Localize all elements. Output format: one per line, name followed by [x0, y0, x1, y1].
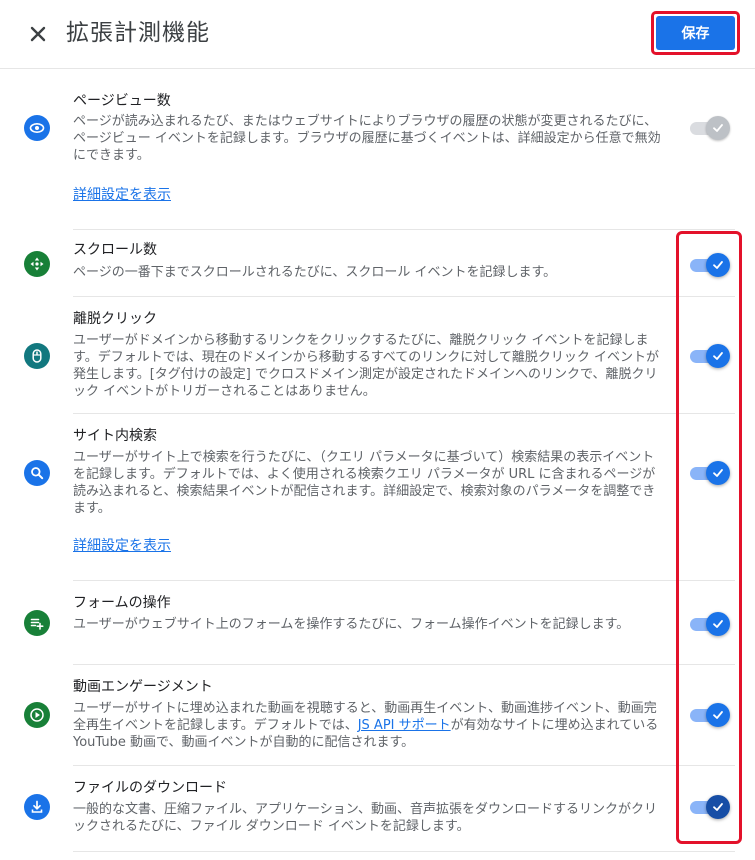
event-page-views: ページビュー数 ページが読み込まれるたび、またはウェブサイトによりブラウザの履歴… — [0, 69, 755, 230]
event-description: ユーザーがサイト上で検索を行うたびに、（クエリ パラメータに基づいて）検索結果の… — [73, 450, 656, 516]
event-description: ユーザーがサイトに埋め込まれた動画を視聴すると、動画再生イベント、動画進捗イベン… — [73, 701, 659, 750]
file-downloads-toggle[interactable] — [690, 795, 730, 819]
check-icon — [706, 253, 730, 277]
dialog-header: 拡張計測機能 保存 — [0, 0, 755, 69]
event-description: ユーザーがドメインから移動するリンクをクリックするたびに、離脱クリック イベント… — [73, 333, 660, 399]
save-button[interactable]: 保存 — [656, 16, 735, 50]
divider — [73, 851, 735, 852]
page-title: 拡張計測機能 — [66, 20, 210, 46]
play-icon — [24, 702, 50, 728]
outbound-clicks-toggle[interactable] — [690, 344, 730, 368]
page-views-toggle[interactable] — [690, 116, 730, 140]
scrolls-toggle[interactable] — [690, 253, 730, 277]
check-icon — [706, 795, 730, 819]
search-icon — [24, 460, 50, 486]
event-title: フォームの操作 — [73, 595, 171, 611]
video-engagement-toggle[interactable] — [690, 703, 730, 727]
event-description: ページの一番下までスクロールされるたびに、スクロール イベントを記録します。 — [73, 265, 557, 280]
event-scrolls: スクロール数 ページの一番下までスクロールされるたびに、スクロール イベントを記… — [0, 230, 755, 297]
check-icon — [706, 612, 730, 636]
scroll-arrows-icon — [24, 251, 50, 277]
eye-icon — [24, 115, 50, 141]
event-description: 一般的な文書、圧縮ファイル、アプリケーション、動画、音声拡張をダウンロードするリ… — [73, 802, 657, 834]
event-title: サイト内検索 — [73, 428, 157, 444]
site-search-toggle[interactable] — [690, 461, 730, 485]
event-description: ページが読み込まれるたび、またはウェブサイトによりブラウザの履歴の状態が変更され… — [73, 114, 661, 163]
check-icon — [706, 703, 730, 727]
event-title: 動画エンゲージメント — [73, 679, 213, 695]
form-add-icon — [24, 610, 50, 636]
close-button[interactable] — [24, 20, 52, 48]
close-icon — [30, 26, 46, 42]
form-interactions-toggle[interactable] — [690, 612, 730, 636]
event-outbound-clicks: 離脱クリック ユーザーがドメインから移動するリンクをクリックするたびに、離脱クリ… — [0, 297, 755, 414]
event-site-search: サイト内検索 ユーザーがサイト上で検索を行うたびに、（クエリ パラメータに基づい… — [0, 414, 755, 581]
event-file-downloads: ファイルのダウンロード 一般的な文書、圧縮ファイル、アプリケーション、動画、音声… — [0, 766, 755, 852]
download-icon — [24, 794, 50, 820]
show-advanced-settings-link[interactable]: 詳細設定を表示 — [73, 185, 171, 205]
event-title: ファイルのダウンロード — [73, 780, 227, 796]
event-title: 離脱クリック — [73, 311, 157, 327]
show-advanced-settings-link[interactable]: 詳細設定を表示 — [73, 536, 171, 556]
mouse-icon — [24, 343, 50, 369]
event-form-interactions: フォームの操作 ユーザーがウェブサイト上のフォームを操作するたびに、フォーム操作… — [0, 581, 755, 665]
event-video-engagement: 動画エンゲージメント ユーザーがサイトに埋め込まれた動画を視聴すると、動画再生イ… — [0, 665, 755, 766]
event-title: スクロール数 — [73, 242, 157, 258]
event-description: ユーザーがウェブサイト上のフォームを操作するたびに、フォーム操作イベントを記録し… — [73, 617, 630, 632]
check-icon — [706, 461, 730, 485]
js-api-support-link[interactable]: JS API サポート — [358, 718, 451, 733]
save-button-highlight: 保存 — [651, 11, 740, 55]
event-title: ページビュー数 — [73, 93, 171, 109]
check-icon — [706, 116, 730, 140]
check-icon — [706, 344, 730, 368]
